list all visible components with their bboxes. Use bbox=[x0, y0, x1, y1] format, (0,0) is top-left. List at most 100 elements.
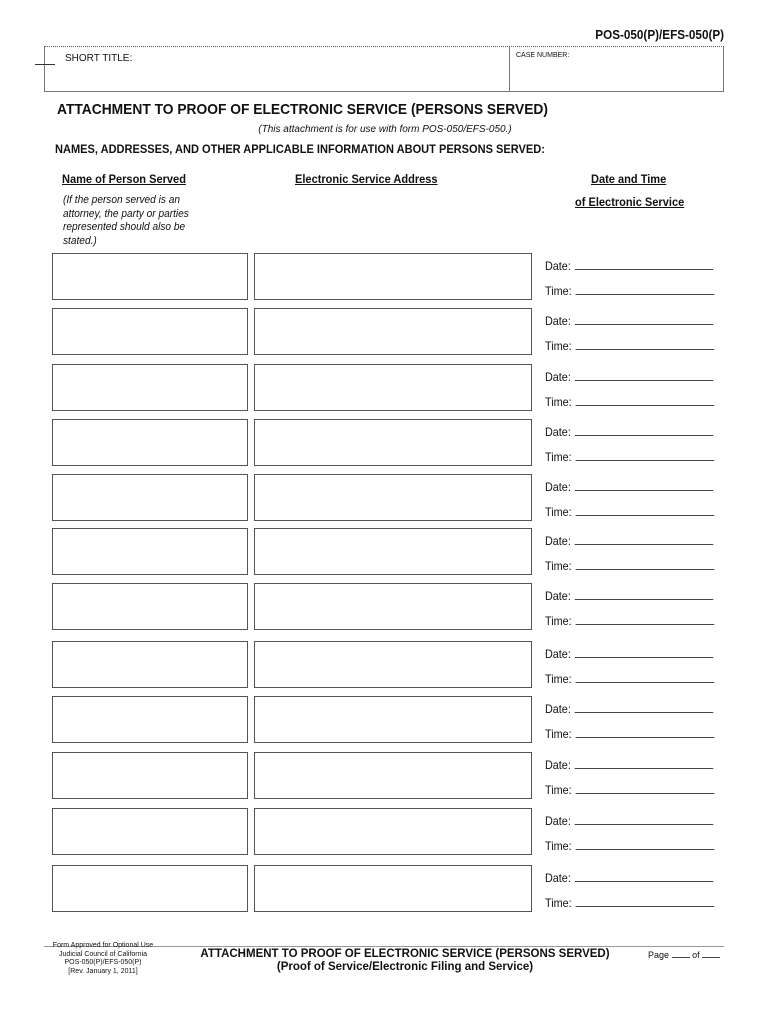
entry-row: Date: Time: bbox=[0, 641, 770, 691]
date-field[interactable] bbox=[574, 814, 714, 825]
entry-row: Date: Time: bbox=[0, 752, 770, 802]
time-field[interactable] bbox=[575, 727, 714, 738]
date-label: Date: bbox=[545, 314, 571, 328]
time-field[interactable] bbox=[575, 284, 714, 295]
time-field[interactable] bbox=[575, 339, 714, 350]
date-field[interactable] bbox=[574, 370, 714, 381]
footer-line: Judicial Council of California bbox=[59, 950, 147, 958]
address-field[interactable] bbox=[254, 364, 532, 411]
address-field[interactable] bbox=[254, 419, 532, 466]
entry-row: Date: Time: bbox=[0, 364, 770, 414]
date-line: Date: bbox=[545, 871, 714, 885]
address-field[interactable] bbox=[254, 308, 532, 355]
page-total-field[interactable] bbox=[702, 950, 721, 958]
date-label: Date: bbox=[545, 589, 571, 603]
date-line: Date: bbox=[545, 758, 714, 772]
name-field[interactable] bbox=[52, 808, 248, 855]
date-field[interactable] bbox=[574, 425, 714, 436]
name-column-note: (If the person served is an attorney, th… bbox=[63, 194, 189, 247]
time-label: Time: bbox=[545, 505, 572, 519]
entry-row: Date: Time: bbox=[0, 865, 770, 915]
time-label: Time: bbox=[545, 339, 572, 353]
time-field[interactable] bbox=[575, 614, 714, 625]
name-field[interactable] bbox=[52, 583, 248, 630]
page-label: Page bbox=[648, 950, 670, 960]
date-line: Date: bbox=[545, 259, 714, 273]
entry-row: Date: Time: bbox=[0, 696, 770, 746]
footer-title: ATTACHMENT TO PROOF OF ELECTRONIC SERVIC… bbox=[160, 948, 650, 974]
time-line: Time: bbox=[545, 450, 714, 464]
name-field[interactable] bbox=[52, 752, 248, 799]
time-label: Time: bbox=[545, 896, 572, 910]
time-field[interactable] bbox=[575, 896, 714, 907]
date-label: Date: bbox=[545, 370, 571, 384]
name-field[interactable] bbox=[52, 528, 248, 575]
time-field[interactable] bbox=[575, 783, 714, 794]
date-field[interactable] bbox=[574, 871, 714, 882]
address-field[interactable] bbox=[254, 865, 532, 912]
name-field[interactable] bbox=[52, 419, 248, 466]
short-title-label: SHORT TITLE: bbox=[65, 53, 133, 64]
column-header-datetime-line2: of Electronic Service bbox=[575, 195, 685, 209]
date-field[interactable] bbox=[574, 534, 714, 545]
time-line: Time: bbox=[545, 559, 714, 573]
time-label: Time: bbox=[545, 783, 572, 797]
of-label: of bbox=[692, 950, 700, 960]
time-field[interactable] bbox=[575, 559, 714, 570]
time-field[interactable] bbox=[575, 450, 714, 461]
address-field[interactable] bbox=[254, 528, 532, 575]
address-field[interactable] bbox=[254, 752, 532, 799]
time-field[interactable] bbox=[575, 839, 714, 850]
date-field[interactable] bbox=[574, 480, 714, 491]
date-field[interactable] bbox=[574, 702, 714, 713]
date-label: Date: bbox=[545, 702, 571, 716]
name-field[interactable] bbox=[52, 308, 248, 355]
address-field[interactable] bbox=[254, 696, 532, 743]
name-field[interactable] bbox=[52, 696, 248, 743]
date-label: Date: bbox=[545, 534, 571, 548]
time-line: Time: bbox=[545, 395, 714, 409]
time-field[interactable] bbox=[575, 505, 714, 516]
time-line: Time: bbox=[545, 783, 714, 797]
date-field[interactable] bbox=[574, 314, 714, 325]
entry-row: Date: Time: bbox=[0, 419, 770, 469]
page-number: Page of bbox=[648, 950, 721, 960]
time-label: Time: bbox=[545, 395, 572, 409]
address-field[interactable] bbox=[254, 253, 532, 300]
address-field[interactable] bbox=[254, 474, 532, 521]
date-label: Date: bbox=[545, 647, 571, 661]
address-field[interactable] bbox=[254, 583, 532, 630]
address-field[interactable] bbox=[254, 641, 532, 688]
time-label: Time: bbox=[545, 839, 572, 853]
date-label: Date: bbox=[545, 425, 571, 439]
name-field[interactable] bbox=[52, 253, 248, 300]
name-field[interactable] bbox=[52, 364, 248, 411]
date-line: Date: bbox=[545, 480, 714, 494]
name-field[interactable] bbox=[52, 641, 248, 688]
time-line: Time: bbox=[545, 839, 714, 853]
time-line: Time: bbox=[545, 505, 714, 519]
time-line: Time: bbox=[545, 896, 714, 910]
address-field[interactable] bbox=[254, 808, 532, 855]
date-line: Date: bbox=[545, 589, 714, 603]
time-line: Time: bbox=[545, 614, 714, 628]
date-field[interactable] bbox=[574, 647, 714, 658]
column-header-datetime: Date and Time bbox=[591, 172, 667, 186]
date-line: Date: bbox=[545, 814, 714, 828]
page-number-field[interactable] bbox=[671, 950, 690, 958]
date-field[interactable] bbox=[574, 259, 714, 270]
name-field[interactable] bbox=[52, 474, 248, 521]
date-field[interactable] bbox=[574, 589, 714, 600]
footer-line: [Rev. January 1, 2011] bbox=[68, 967, 138, 975]
date-line: Date: bbox=[545, 425, 714, 439]
time-label: Time: bbox=[545, 614, 572, 628]
entry-row: Date: Time: bbox=[0, 808, 770, 858]
entry-row: Date: Time: bbox=[0, 474, 770, 524]
name-field[interactable] bbox=[52, 865, 248, 912]
time-field[interactable] bbox=[575, 672, 714, 683]
date-field[interactable] bbox=[574, 758, 714, 769]
date-line: Date: bbox=[545, 647, 714, 661]
time-label: Time: bbox=[545, 559, 572, 573]
time-field[interactable] bbox=[575, 395, 714, 406]
date-line: Date: bbox=[545, 534, 714, 548]
